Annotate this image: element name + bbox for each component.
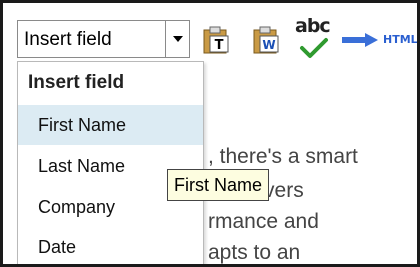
arrow-right-icon[interactable] bbox=[341, 32, 379, 48]
chevron-down-icon[interactable] bbox=[165, 21, 189, 57]
dropdown-item-first-name[interactable]: First Name bbox=[18, 105, 203, 145]
insert-field-combo[interactable]: Insert field bbox=[17, 20, 190, 58]
editor-text-line-3: rmance and bbox=[208, 210, 319, 233]
svg-text:T: T bbox=[215, 38, 224, 53]
insert-field-combo-value: Insert field bbox=[24, 29, 112, 50]
svg-text:W: W bbox=[262, 38, 275, 52]
editor-window: Insert field T W abc HTML , there's a sm… bbox=[0, 0, 420, 267]
tooltip: First Name bbox=[167, 169, 270, 201]
dropdown-item-date[interactable]: Date bbox=[18, 227, 203, 264]
spellcheck-text: abc bbox=[295, 15, 331, 37]
html-view-button[interactable]: HTML bbox=[383, 33, 417, 46]
insert-field-dropdown: Insert field First Name Last Name Compan… bbox=[17, 61, 204, 264]
checkmark-icon bbox=[300, 38, 328, 58]
text-clipboard-icon[interactable]: T bbox=[201, 25, 231, 55]
editor-text-line-1: , there's a smart bbox=[208, 145, 358, 168]
editor-text-line-4: apts to an bbox=[208, 241, 301, 264]
dropdown-header: Insert field bbox=[28, 72, 125, 93]
word-clipboard-icon[interactable]: W bbox=[251, 25, 281, 55]
